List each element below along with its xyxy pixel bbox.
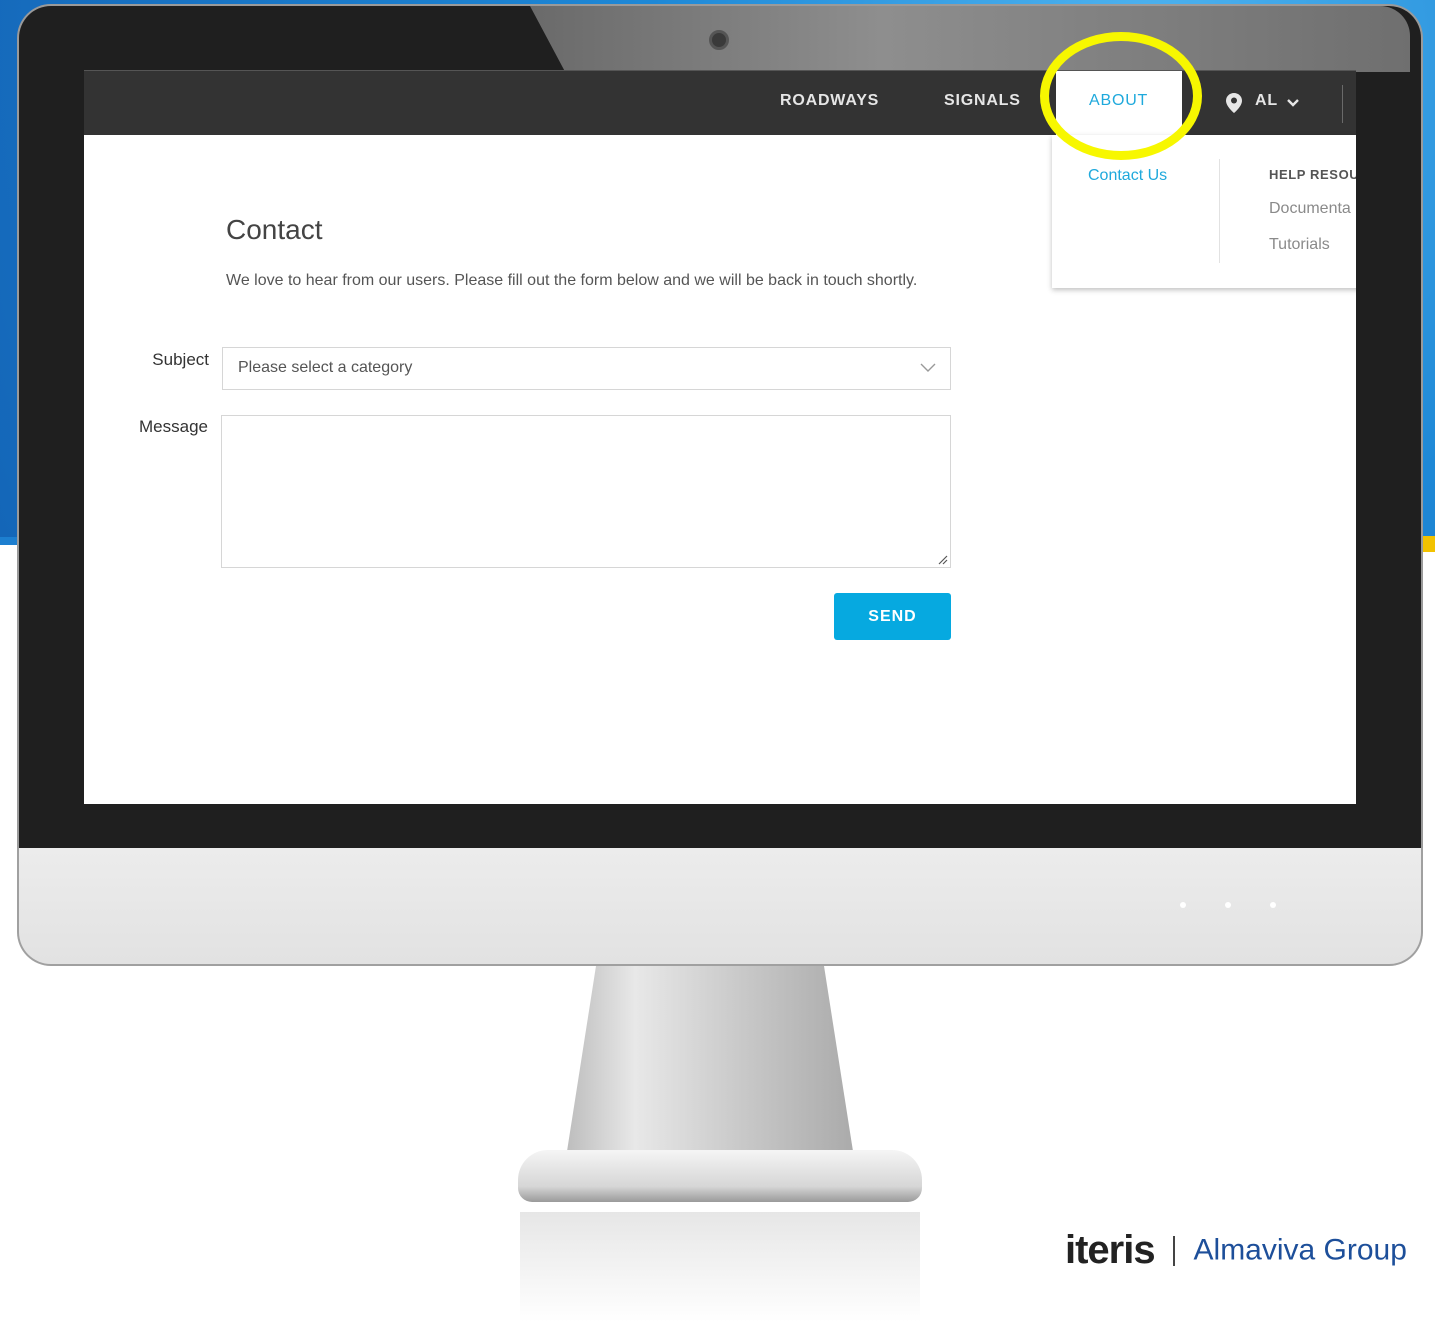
bezel-glare bbox=[530, 6, 1410, 72]
subject-select-value: Please select a category bbox=[238, 359, 413, 376]
monitor-stand-base bbox=[518, 1150, 922, 1202]
nav-signals[interactable]: SIGNALS bbox=[944, 92, 1021, 110]
yellow-accent bbox=[1421, 536, 1435, 552]
dropdown-separator bbox=[1219, 159, 1220, 263]
page-title: Contact bbox=[226, 214, 323, 245]
chin-dot bbox=[1270, 902, 1276, 908]
state-selector[interactable]: AL bbox=[1255, 92, 1278, 110]
brand-logo: iteris Almaviva Group bbox=[1065, 1228, 1407, 1273]
chevron-down-icon bbox=[920, 363, 936, 372]
monitor-chin bbox=[17, 848, 1423, 966]
intro-text: We love to hear from our users. Please f… bbox=[226, 272, 918, 289]
message-label: Message bbox=[139, 417, 208, 436]
resize-handle-icon[interactable] bbox=[936, 553, 948, 565]
brand-name: iteris bbox=[1065, 1228, 1156, 1272]
webcam-icon bbox=[709, 30, 729, 50]
about-dropdown-menu: Contact Us HELP RESOU Documenta Tutorial… bbox=[1052, 135, 1356, 288]
documentation-link[interactable]: Documenta bbox=[1269, 200, 1351, 218]
message-textarea[interactable] bbox=[221, 415, 951, 568]
chin-dot bbox=[1180, 902, 1186, 908]
subject-select[interactable]: Please select a category bbox=[222, 347, 951, 390]
stand-reflection bbox=[520, 1212, 920, 1322]
chin-dot bbox=[1225, 902, 1231, 908]
contact-us-link[interactable]: Contact Us bbox=[1088, 167, 1167, 185]
chevron-down-icon[interactable] bbox=[1287, 99, 1299, 107]
highlight-circle-annotation bbox=[1040, 32, 1202, 160]
subject-label: Subject bbox=[152, 350, 209, 369]
brand-subtitle: Almaviva Group bbox=[1193, 1233, 1407, 1267]
nav-roadways[interactable]: ROADWAYS bbox=[780, 92, 879, 110]
nav-divider bbox=[1342, 85, 1343, 123]
help-resources-heading: HELP RESOU bbox=[1269, 167, 1356, 182]
brand-separator bbox=[1173, 1235, 1176, 1266]
tutorials-link[interactable]: Tutorials bbox=[1269, 236, 1330, 254]
send-button[interactable]: SEND bbox=[834, 593, 951, 640]
location-pin-icon bbox=[1226, 93, 1242, 113]
browser-screen: ROADWAYS SIGNALS ABOUT AL Contact Us HEL… bbox=[84, 70, 1356, 804]
